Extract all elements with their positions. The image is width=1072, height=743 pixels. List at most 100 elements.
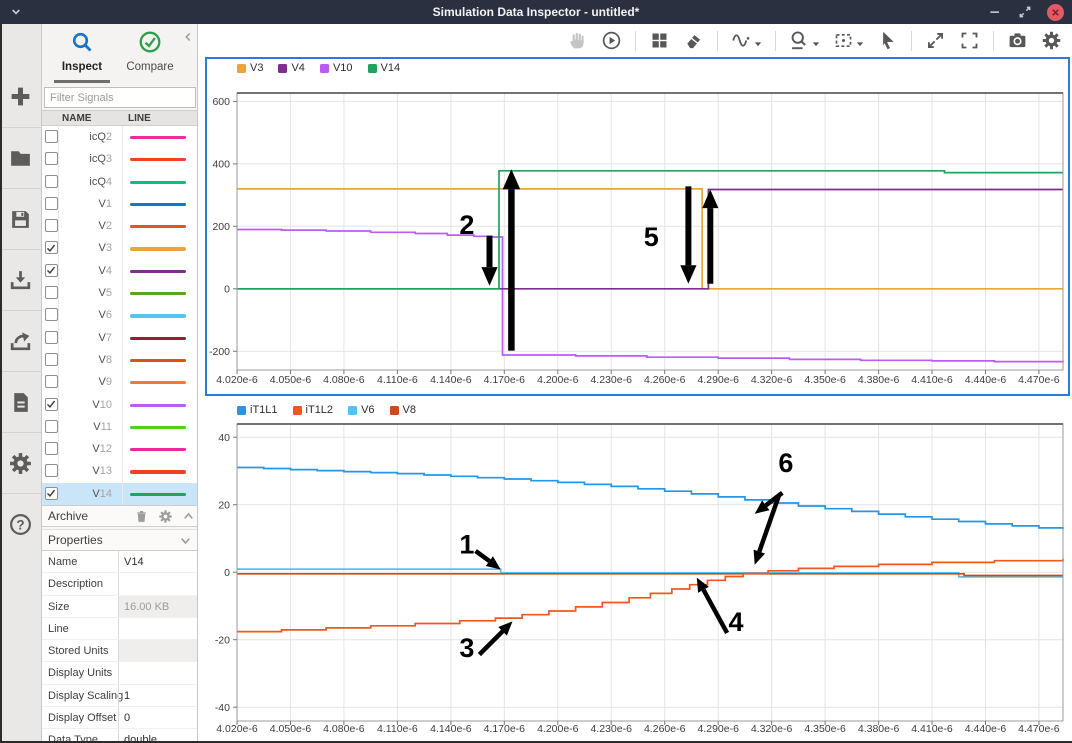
signal-checkbox[interactable] (45, 398, 58, 411)
signal-checkbox[interactable] (45, 219, 58, 232)
signal-line-swatch[interactable] (130, 426, 186, 429)
signal-row-V10[interactable]: V10 (42, 394, 197, 416)
signal-checkbox[interactable] (45, 241, 58, 254)
signal-checkbox[interactable] (45, 130, 58, 143)
tab-compare[interactable]: Compare (118, 30, 182, 73)
signal-line-swatch[interactable] (130, 493, 186, 496)
signal-line-swatch[interactable] (130, 247, 186, 250)
signal-line-swatch[interactable] (130, 470, 186, 473)
signal-row-icQ2[interactable]: icQ2 (42, 126, 197, 148)
sidebar-report-document-button[interactable] (0, 371, 41, 432)
signal-row-V4[interactable]: V4 (42, 260, 197, 282)
property-value[interactable]: V14 (118, 551, 197, 572)
legend-item-iT1L1[interactable]: iT1L1 (237, 404, 278, 416)
signal-checkbox[interactable] (45, 286, 58, 299)
filter-signals-input[interactable] (44, 87, 196, 108)
sidebar-help-question-button[interactable]: ? (0, 493, 41, 554)
sidebar-save-floppy-button[interactable] (0, 188, 41, 249)
signal-row-V11[interactable]: V11 (42, 416, 197, 438)
trash-icon[interactable] (134, 509, 149, 524)
property-value[interactable]: 0 (118, 707, 197, 728)
signal-checkbox[interactable] (45, 375, 58, 388)
signal-row-icQ3[interactable]: icQ3 (42, 148, 197, 170)
signal-checkbox[interactable] (45, 464, 58, 477)
toolbar-replay-button[interactable] (601, 30, 622, 51)
sidebar-export-share-button[interactable] (0, 310, 41, 371)
legend-item-V8[interactable]: V8 (390, 404, 416, 416)
legend-item-V3[interactable]: V3 (237, 62, 263, 74)
signal-row-V12[interactable]: V12 (42, 438, 197, 460)
signal-row-V5[interactable]: V5 (42, 282, 197, 304)
toolbar-zoom-in-x-button[interactable] (789, 30, 820, 51)
tab-inspect[interactable]: Inspect (52, 30, 112, 73)
chevron-left-icon[interactable] (181, 30, 195, 44)
legend-item-iT1L2[interactable]: iT1L2 (293, 404, 334, 416)
signal-row-V1[interactable]: V1 (42, 193, 197, 215)
toolbar-settings-gear-button[interactable] (1041, 30, 1062, 51)
signal-line-swatch[interactable] (130, 381, 186, 384)
bottom-plot-canvas[interactable]: 40200-20-404.020e-64.050e-64.080e-64.110… (205, 398, 1070, 743)
toolbar-cursor-arrow-button[interactable] (877, 30, 898, 51)
archive-bar[interactable]: Archive (42, 505, 197, 527)
signal-checkbox[interactable] (45, 175, 58, 188)
toolbar-fullscreen-button[interactable] (959, 30, 980, 51)
sidebar-open-folder-button[interactable] (0, 127, 41, 188)
sidebar-preferences-gear-button[interactable] (0, 432, 41, 493)
legend-item-V4[interactable]: V4 (278, 62, 304, 74)
legend-item-V14[interactable]: V14 (368, 62, 401, 74)
signal-row-V6[interactable]: V6 (42, 304, 197, 326)
sidebar-add-plus-button[interactable] (0, 66, 41, 127)
legend-item-V6[interactable]: V6 (348, 404, 374, 416)
signal-line-swatch[interactable] (130, 314, 186, 317)
signal-checkbox[interactable] (45, 264, 58, 277)
signal-line-swatch[interactable] (130, 404, 186, 407)
toolbar-snapshot-camera-button[interactable] (1007, 30, 1028, 51)
signal-line-swatch[interactable] (130, 448, 186, 451)
chevron-up-icon[interactable] (181, 509, 196, 524)
signal-line-swatch[interactable] (130, 292, 186, 295)
signal-checkbox[interactable] (45, 197, 58, 210)
toolbar-eraser-button[interactable] (683, 30, 704, 51)
close-icon[interactable] (1047, 4, 1064, 21)
sidebar-import-download-button[interactable] (0, 249, 41, 310)
toolbar-pan-hand-button[interactable] (567, 30, 588, 51)
signal-line-swatch[interactable] (130, 225, 186, 228)
toolbar-layout-grid-button[interactable] (649, 30, 670, 51)
signal-row-V14[interactable]: V14 (42, 483, 197, 505)
signal-row-V7[interactable]: V7 (42, 327, 197, 349)
property-value[interactable] (118, 618, 197, 639)
signal-row-icQ4[interactable]: icQ4 (42, 171, 197, 193)
signal-row-V3[interactable]: V3 (42, 237, 197, 259)
signal-checkbox[interactable] (45, 487, 58, 500)
signal-row-V2[interactable]: V2 (42, 215, 197, 237)
toolbar-zoom-region-button[interactable] (833, 30, 864, 51)
signal-line-swatch[interactable] (130, 203, 186, 206)
signal-line-swatch[interactable] (130, 270, 186, 273)
property-value[interactable] (118, 573, 197, 594)
minimize-icon[interactable] (987, 4, 1003, 20)
properties-header[interactable]: Properties (42, 529, 197, 551)
signal-checkbox[interactable] (45, 420, 58, 433)
signal-line-swatch[interactable] (130, 337, 186, 340)
signal-checkbox[interactable] (45, 331, 58, 344)
signal-line-swatch[interactable] (130, 359, 186, 362)
legend-item-V10[interactable]: V10 (320, 62, 353, 74)
signal-line-swatch[interactable] (130, 181, 186, 184)
toolbar-signal-wave-button[interactable] (731, 30, 762, 51)
top-plot-canvas[interactable]: 6004002000-2004.020e-64.050e-64.080e-64.… (207, 59, 1068, 394)
signal-checkbox[interactable] (45, 152, 58, 165)
property-value[interactable]: 1 (118, 685, 197, 706)
toolbar-fit-to-view-button[interactable] (925, 30, 946, 51)
signal-row-V9[interactable]: V9 (42, 371, 197, 393)
signal-checkbox[interactable] (45, 442, 58, 455)
chevron-down-icon[interactable] (178, 533, 193, 548)
signal-line-swatch[interactable] (130, 158, 186, 161)
signal-checkbox[interactable] (45, 353, 58, 366)
property-value[interactable] (118, 662, 197, 683)
restore-icon[interactable] (1017, 4, 1033, 20)
gear-icon[interactable] (158, 509, 173, 524)
signal-line-swatch[interactable] (130, 136, 186, 139)
signal-row-V13[interactable]: V13 (42, 460, 197, 482)
signal-row-V8[interactable]: V8 (42, 349, 197, 371)
signal-checkbox[interactable] (45, 308, 58, 321)
